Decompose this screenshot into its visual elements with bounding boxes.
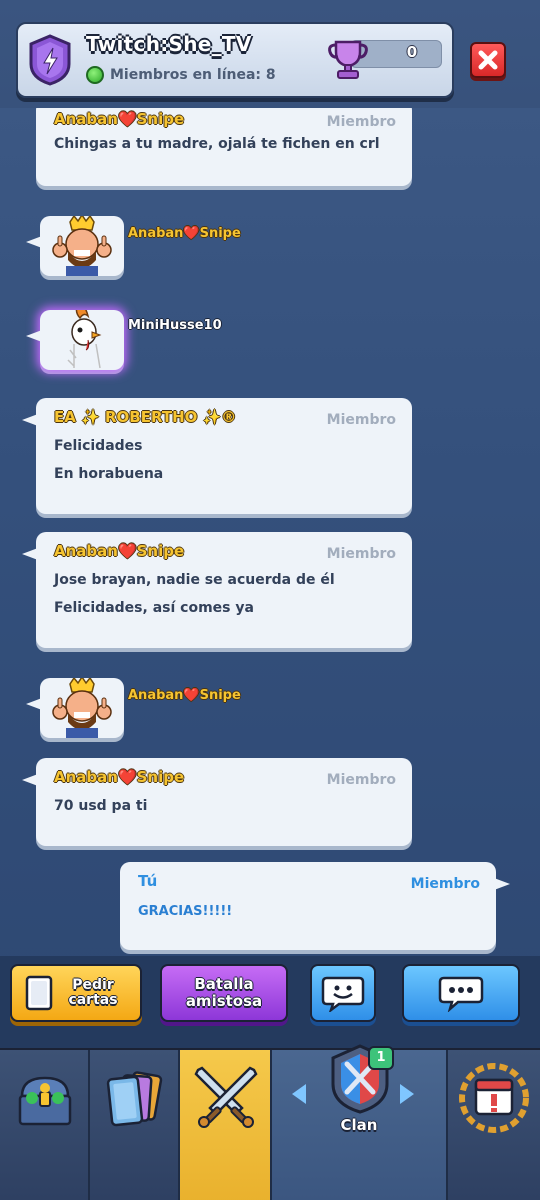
card-icon (25, 975, 53, 1011)
message-role: Miembro (326, 546, 396, 562)
message-text: Felicidades (54, 438, 143, 454)
message-role: Miembro (326, 772, 396, 788)
smiley-chat-icon (321, 976, 365, 1012)
emote-button[interactable] (310, 964, 376, 1022)
emote-sender: MiniHusse10 (128, 318, 222, 333)
clan-name: Twitch:She_TV (86, 32, 252, 56)
chat-message: Anaban❤️Snipe Miembro 70 usd pa ti (22, 758, 412, 846)
online-status-icon (86, 66, 104, 84)
message-sender: Anaban❤️Snipe (54, 542, 185, 560)
message-text: En horabuena (54, 466, 164, 482)
emote-message (26, 675, 124, 738)
tab-cards[interactable] (90, 1050, 180, 1200)
events-calendar-icon (459, 1063, 529, 1133)
close-icon (478, 50, 498, 70)
request-cards-button[interactable]: Pedir cartas (10, 964, 142, 1022)
clan-trophy-count: 0 (406, 43, 418, 61)
clan-action-bar: Pedir cartas Batalla amistosa (0, 956, 540, 1048)
message-role: Miembro (410, 876, 480, 892)
message-role: Miembro (326, 412, 396, 428)
tab-battle[interactable] (180, 1050, 272, 1200)
clan-header: Twitch:She_TV Miembros en línea: 8 0 (0, 0, 540, 108)
clan-next-arrow[interactable] (400, 1084, 414, 1104)
clan-notification-badge: 1 (368, 1046, 394, 1070)
own-chat-message: Tú Miembro GRACIAS!!!!! (120, 862, 510, 950)
cards-deck-icon (106, 1071, 163, 1127)
chat-bubble-icon (438, 976, 484, 1012)
clan-tab-label: Clan (340, 1116, 378, 1134)
message-text: Felicidades, así comes ya (54, 600, 254, 616)
emote-message (26, 213, 124, 276)
message-role: Miembro (326, 114, 396, 130)
emote-sender: Anaban❤️Snipe (128, 688, 241, 703)
online-members-label: Miembros en línea: 8 (110, 67, 276, 83)
crossed-swords-icon (194, 1066, 258, 1128)
close-button[interactable] (470, 42, 506, 78)
trophy-icon (328, 40, 368, 79)
chicken-emote-icon (67, 300, 102, 369)
message-sender: Tú (138, 872, 158, 890)
online-members: Miembros en línea: 8 (86, 66, 276, 84)
emote-message (26, 300, 124, 370)
king-thumbs-up-emote-icon (52, 675, 112, 738)
message-sender: Anaban❤️Snipe (54, 110, 185, 128)
emote-sender: Anaban❤️Snipe (128, 226, 241, 241)
friendly-battle-label: Batalla amistosa (185, 975, 263, 1010)
tab-events[interactable] (448, 1050, 540, 1200)
message-sender: Anaban❤️Snipe (54, 768, 185, 786)
chat-button[interactable] (402, 964, 520, 1022)
chat-message: Anaban❤️Snipe Miembro Jose brayan, nadie… (22, 532, 412, 648)
message-text: 70 usd pa ti (54, 798, 148, 814)
message-sender: EA ✨ ROBERTHO ✨® (54, 408, 237, 426)
treasure-chest-icon (18, 1076, 72, 1126)
chat-message: Anaban❤️Snipe Miembro Chingas a tu madre… (36, 100, 412, 186)
request-cards-label: Pedir cartas (68, 977, 118, 1008)
clan-info-card[interactable]: Twitch:She_TV Miembros en línea: 8 0 (16, 22, 454, 98)
clan-prev-arrow[interactable] (292, 1084, 306, 1104)
tab-clan[interactable]: 1 Clan (272, 1044, 448, 1200)
clan-badge-icon (29, 34, 71, 86)
king-thumbs-up-emote-icon (52, 213, 112, 276)
message-text: GRACIAS!!!!! (138, 904, 233, 919)
bottom-navigation: 1 Clan (0, 1044, 540, 1200)
message-text: Chingas a tu madre, ojalá te fichen en c… (54, 136, 380, 152)
tab-shop[interactable] (0, 1050, 90, 1200)
message-text: Jose brayan, nadie se acuerda de él (54, 572, 335, 588)
friendly-battle-button[interactable]: Batalla amistosa (160, 964, 288, 1022)
chat-message: EA ✨ ROBERTHO ✨® Miembro Felicidades En … (22, 398, 412, 514)
